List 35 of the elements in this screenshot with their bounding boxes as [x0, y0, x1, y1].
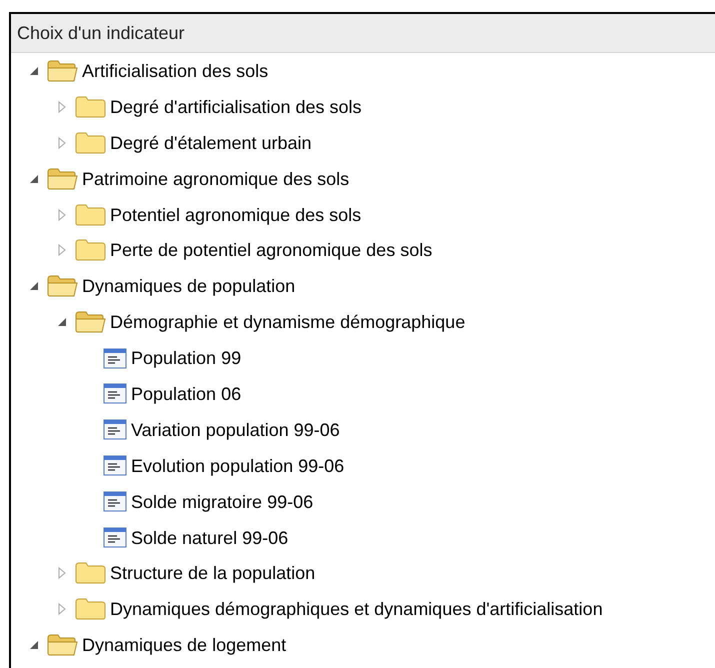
tree-item[interactable]: Solde naturel 99-06 — [131, 526, 288, 549]
list-document-icon — [103, 527, 127, 548]
open-folder-icon — [47, 275, 78, 298]
tree-item[interactable]: Perte de potentiel agronomique des sols — [110, 239, 432, 262]
tree-item[interactable]: Variation population 99-06 — [131, 418, 340, 441]
tree-item[interactable]: Evolution population 99-06 — [131, 454, 344, 477]
list-document-icon — [103, 348, 127, 369]
tree-item[interactable]: Patrimoine agronomique des sols — [82, 168, 350, 190]
folder-icon — [75, 562, 106, 584]
folder-icon — [75, 96, 106, 118]
list-document-icon — [103, 491, 127, 512]
tree-item[interactable]: Population 99 — [131, 347, 242, 370]
tree-item[interactable]: Potentiel agronomique des sols — [110, 204, 362, 226]
folder-icon — [75, 598, 106, 620]
tree-item[interactable]: Dynamiques de logement — [82, 634, 286, 656]
list-document-icon — [103, 455, 127, 476]
tree-item[interactable]: Degré d'étalement urbain — [110, 132, 312, 154]
tree-item[interactable]: Artificialisation des sols — [82, 60, 268, 82]
folder-icon — [75, 132, 106, 154]
tree-item[interactable]: Dynamiques démographiques et dynamiques d'artificialisation — [110, 598, 603, 620]
panel-title: Choix d'un indicateur — [11, 14, 715, 53]
tree-item[interactable]: Solde migratoire 99-06 — [131, 490, 314, 513]
list-document-icon — [103, 383, 127, 404]
tree-item[interactable]: Démographie et dynamisme démographique — [110, 311, 466, 334]
open-folder-icon — [47, 634, 78, 656]
open-folder-icon — [47, 60, 78, 82]
tree-item[interactable]: Degré d'artificialisation des sols — [110, 96, 362, 118]
list-document-icon — [103, 419, 127, 440]
folder-icon — [75, 204, 106, 226]
folder-icon — [75, 239, 106, 262]
open-folder-icon — [47, 168, 78, 190]
tree-item[interactable]: Structure de la population — [110, 562, 316, 584]
tree-item[interactable]: Population 06 — [131, 382, 242, 405]
open-folder-icon — [75, 311, 106, 334]
tree-item[interactable]: Dynamiques de population — [82, 275, 296, 298]
